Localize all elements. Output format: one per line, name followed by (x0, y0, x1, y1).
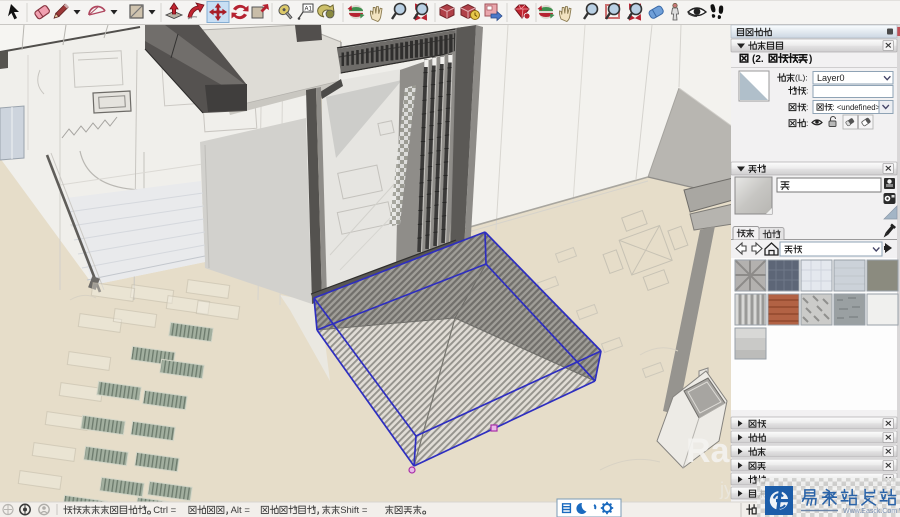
svg-text:Ctrl =: Ctrl = (153, 505, 176, 516)
svg-text:Shift =: Shift = (340, 505, 368, 516)
svg-text:Ra: Ra (686, 432, 731, 470)
svg-text::: : (806, 118, 808, 128)
svg-text:Layer0: Layer0 (817, 73, 845, 83)
svg-text:(2.: (2. (752, 54, 764, 65)
svg-text:Www.Easck.Com Webmaster: Www.Easck.Com Webmaster (843, 508, 900, 515)
svg-text:): ) (809, 54, 812, 65)
svg-text::: : (806, 86, 808, 96)
svg-text:: <undefined>: : <undefined> (832, 103, 880, 112)
svg-text:(L):: (L): (795, 73, 808, 83)
svg-text:Alt =: Alt = (231, 505, 251, 516)
svg-text::: : (806, 102, 808, 112)
svg-text:A1: A1 (305, 7, 313, 13)
